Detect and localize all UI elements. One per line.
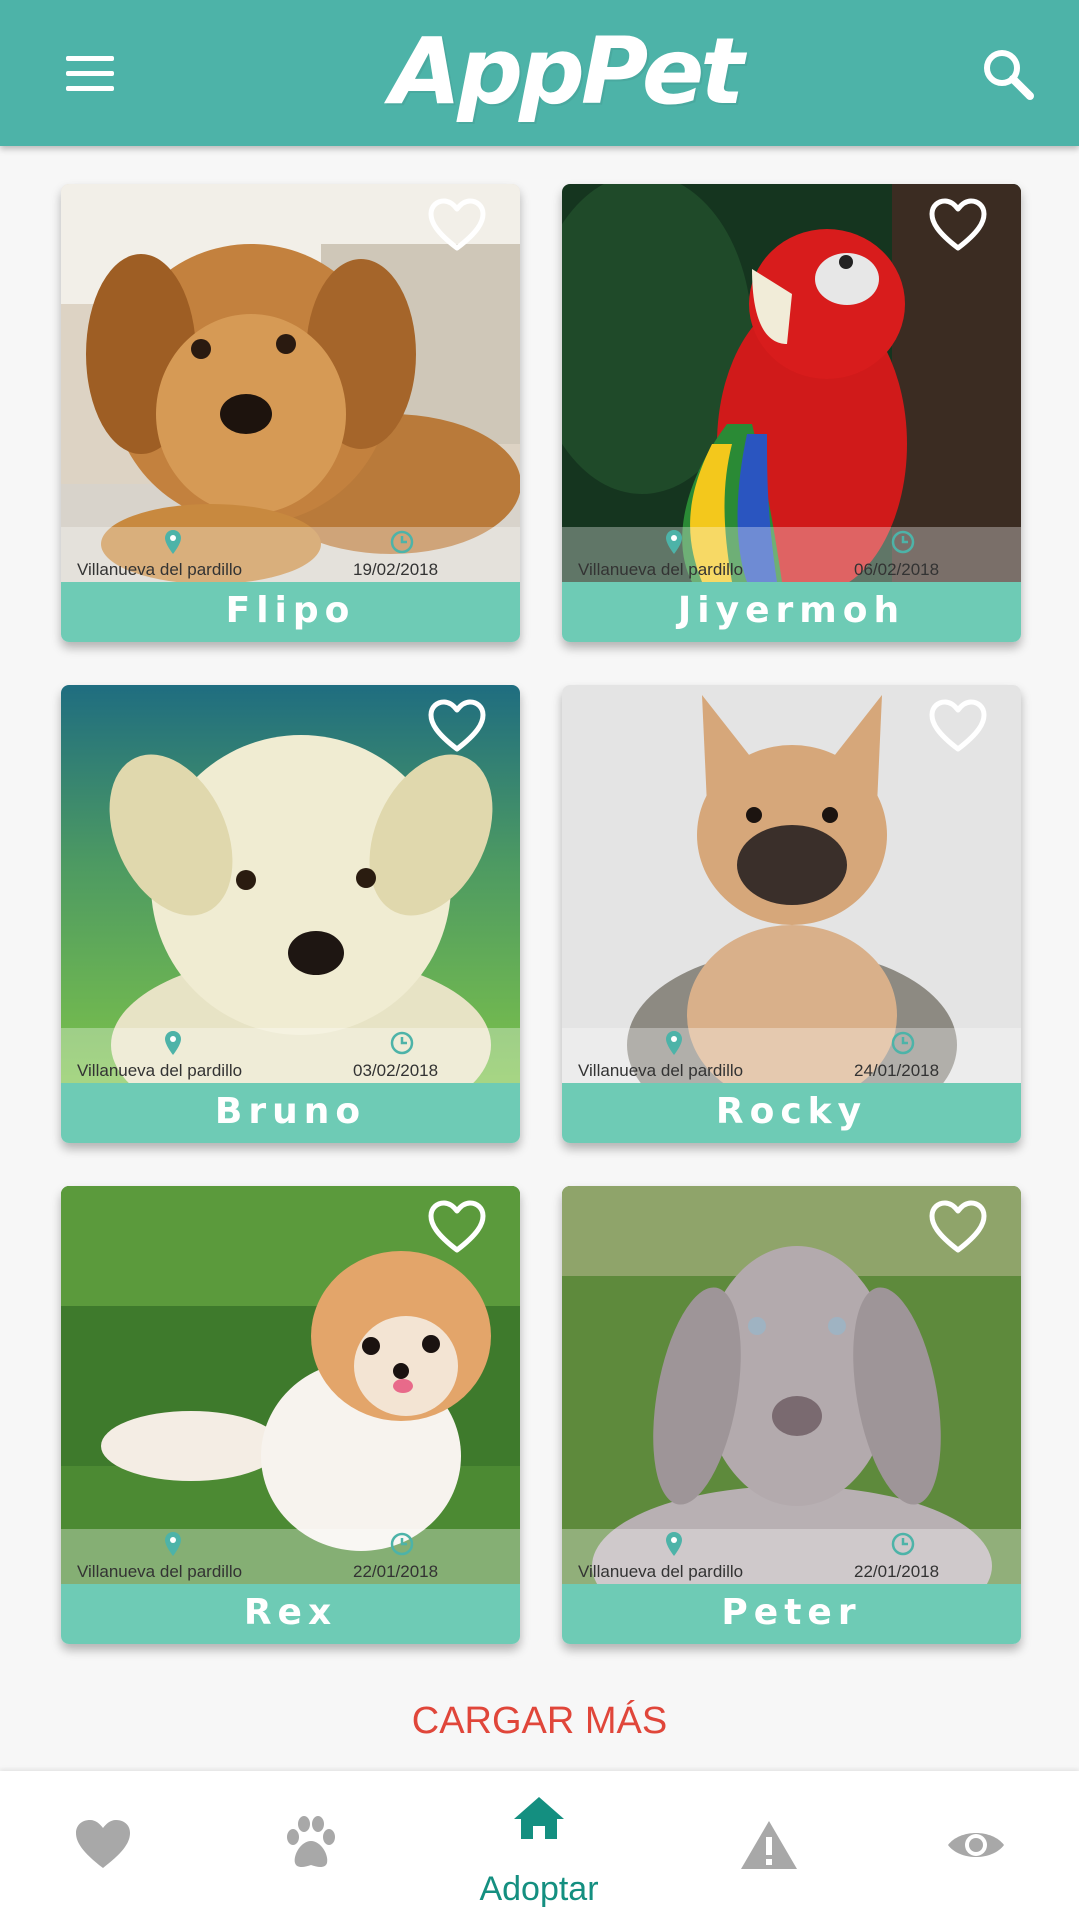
pet-date: 24/01/2018 bbox=[854, 1061, 940, 1080]
heart-icon bbox=[76, 1820, 130, 1868]
heart-outline-icon bbox=[428, 1200, 486, 1253]
favorite-button[interactable] bbox=[428, 699, 486, 753]
favorite-button[interactable] bbox=[929, 1200, 987, 1254]
favorite-button[interactable] bbox=[428, 1200, 486, 1254]
pet-location: Villanueva del pardillo bbox=[578, 1061, 744, 1080]
pet-card-rocky[interactable]: Villanueva del pardillo 24/01/2018 Rocky bbox=[562, 685, 1021, 1143]
pet-date: 22/01/2018 bbox=[854, 1562, 940, 1581]
clock-icon bbox=[390, 530, 414, 554]
clock-icon bbox=[891, 1031, 915, 1055]
pet-card-rex[interactable]: Villanueva del pardillo 22/01/2018 Rex bbox=[61, 1186, 520, 1644]
nav-pets[interactable] bbox=[211, 1771, 411, 1919]
clock-icon bbox=[891, 1532, 915, 1556]
pet-name[interactable]: Flipo bbox=[61, 582, 520, 642]
location-pin-icon bbox=[165, 1031, 181, 1055]
search-button[interactable] bbox=[978, 44, 1038, 104]
app-logo: AppPet bbox=[390, 18, 744, 125]
favorite-button[interactable] bbox=[428, 198, 486, 252]
pet-name[interactable]: Rex bbox=[61, 1584, 520, 1644]
pet-location: Villanueva del pardillo bbox=[77, 1061, 243, 1080]
nav-alerts[interactable] bbox=[669, 1771, 869, 1919]
location-pin-icon bbox=[666, 530, 682, 554]
nav-adoptar-label: Adoptar bbox=[479, 1870, 599, 1908]
pet-info-bar: Villanueva del pardillo 22/01/2018 bbox=[562, 1529, 1021, 1584]
heart-outline-icon bbox=[929, 198, 987, 251]
heart-outline-icon bbox=[428, 198, 486, 251]
paw-icon bbox=[287, 1816, 335, 1867]
nav-viewed[interactable] bbox=[876, 1771, 1076, 1919]
pet-location: Villanueva del pardillo bbox=[77, 560, 243, 579]
pet-card-jiyermoh[interactable]: Villanueva del pardillo 06/02/2018 Jiyer… bbox=[562, 184, 1021, 642]
pet-card-flipo[interactable]: Villanueva del pardillo 19/02/2018 Flipo bbox=[61, 184, 520, 642]
heart-outline-icon bbox=[929, 1200, 987, 1253]
pet-location: Villanueva del pardillo bbox=[578, 1562, 744, 1581]
warning-icon bbox=[741, 1821, 797, 1869]
pet-name[interactable]: Bruno bbox=[61, 1083, 520, 1143]
menu-icon bbox=[66, 56, 114, 61]
pet-name[interactable]: Peter bbox=[562, 1584, 1021, 1644]
pet-name[interactable]: Jiyermoh bbox=[562, 582, 1021, 642]
location-pin-icon bbox=[666, 1532, 682, 1556]
pet-card-peter[interactable]: Villanueva del pardillo 22/01/2018 Peter bbox=[562, 1186, 1021, 1644]
clock-icon bbox=[390, 1532, 414, 1556]
heart-outline-icon bbox=[428, 699, 486, 752]
clock-icon bbox=[390, 1031, 414, 1055]
pet-location: Villanueva del pardillo bbox=[578, 560, 744, 579]
location-pin-icon bbox=[165, 530, 181, 554]
pet-date: 06/02/2018 bbox=[854, 560, 940, 579]
app-header: AppPet bbox=[0, 0, 1079, 146]
menu-icon-line bbox=[66, 86, 114, 91]
menu-button[interactable] bbox=[60, 50, 122, 98]
bottom-navigation: Adoptar bbox=[0, 1771, 1079, 1919]
location-pin-icon bbox=[666, 1031, 682, 1055]
nav-adoptar[interactable]: Adoptar bbox=[439, 1771, 639, 1919]
clock-icon bbox=[891, 530, 915, 554]
pet-name[interactable]: Rocky bbox=[562, 1083, 1021, 1143]
search-icon bbox=[984, 50, 1034, 100]
pet-date: 22/01/2018 bbox=[353, 1562, 439, 1581]
favorite-button[interactable] bbox=[929, 198, 987, 252]
pet-info-bar: Villanueva del pardillo 22/01/2018 bbox=[61, 1529, 520, 1584]
pet-info-bar: Villanueva del pardillo 06/02/2018 bbox=[562, 527, 1021, 582]
eye-icon bbox=[948, 1833, 1004, 1857]
pet-date: 19/02/2018 bbox=[353, 560, 439, 579]
pet-location: Villanueva del pardillo bbox=[77, 1562, 243, 1581]
pet-card-bruno[interactable]: Villanueva del pardillo 03/02/2018 Bruno bbox=[61, 685, 520, 1143]
location-pin-icon bbox=[165, 1532, 181, 1556]
pet-info-bar: Villanueva del pardillo 03/02/2018 bbox=[61, 1028, 520, 1083]
heart-outline-icon bbox=[929, 699, 987, 752]
home-icon bbox=[514, 1797, 564, 1839]
nav-favorites[interactable] bbox=[3, 1771, 203, 1919]
pet-info-bar: Villanueva del pardillo 19/02/2018 bbox=[61, 527, 520, 582]
pet-info-bar: Villanueva del pardillo 24/01/2018 bbox=[562, 1028, 1021, 1083]
load-more-button[interactable]: CARGAR MÁS bbox=[0, 1700, 1079, 1743]
pet-date: 03/02/2018 bbox=[353, 1061, 439, 1080]
favorite-button[interactable] bbox=[929, 699, 987, 753]
menu-icon-line bbox=[66, 71, 114, 76]
